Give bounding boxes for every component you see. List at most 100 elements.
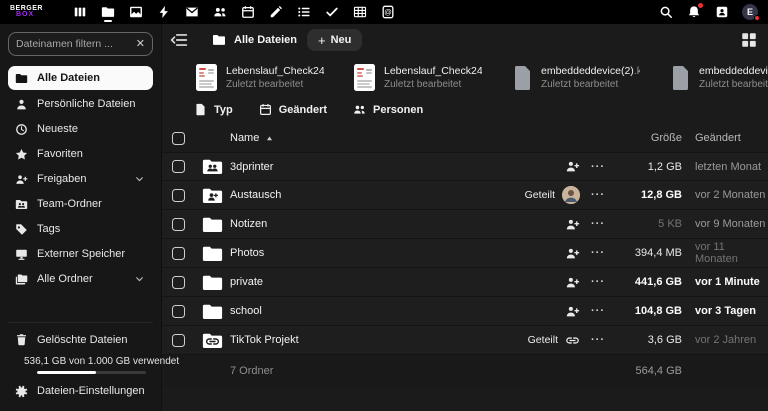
contacts-app-icon[interactable] [212,3,227,21]
file-name[interactable]: private [230,276,440,288]
file-name[interactable]: school [230,305,440,317]
actions-menu-icon[interactable]: ··· [580,247,616,259]
row-checkbox[interactable] [171,217,185,231]
row-checkbox[interactable] [171,160,185,173]
table-row[interactable]: school ··· 104,8 GB vor 3 Tagen [162,297,768,326]
user-avatar[interactable]: E [742,4,760,21]
table-row[interactable]: 3dprinter ··· 1,2 GB letzten Monat [162,152,768,181]
person-plus-badge-icon [207,192,218,201]
shared-label: Geteilt [527,334,558,346]
file-size: 12,8 GB [641,189,682,201]
sidebar-item-label: Gelöschte Dateien [37,333,128,346]
sidebar-item-label: Persönliche Dateien [37,98,136,110]
table-row[interactable]: Austausch Geteilt ··· 12,8 GB vor 2 Mona… [162,181,768,210]
checks-app-icon[interactable] [324,3,339,21]
sidebar-item-geloeschte-dateien[interactable]: Gelöschte Dateien [8,329,153,351]
sidebar-item-tags[interactable]: Tags [8,218,153,240]
actions-menu-icon[interactable]: ··· [580,305,616,317]
storage-quota[interactable]: 536,1 GB von 1.000 GB verwendet [8,354,179,381]
actions-menu-icon[interactable]: ··· [580,334,616,346]
breadcrumb[interactable]: Alle Dateien [212,34,297,46]
select-all-checkbox[interactable] [171,131,185,145]
photos-app-icon[interactable] [128,3,143,21]
file-name[interactable]: Austausch [230,189,440,201]
share-person-plus-icon[interactable] [565,218,580,231]
calendar-app-icon[interactable] [240,3,255,21]
sidebar-item-dateien-einstellungen[interactable]: Dateien-Einstellungen [8,380,153,402]
app-logo[interactable]: BERGER BOX [10,5,52,18]
filter-chip-label: Typ [214,103,233,116]
file-name[interactable]: TikTok Projekt [230,334,440,346]
recent-file-card[interactable]: Lebenslauf_Check24.pdfZuletzt bearbeitet [196,64,324,91]
clear-filter-icon[interactable]: ✕ [136,38,145,50]
actions-menu-icon[interactable]: ··· [580,276,616,288]
share-person-plus-icon[interactable] [565,276,580,289]
sidebar-item-team-ordner[interactable]: Team-Ordner [8,193,153,215]
row-checkbox[interactable] [171,333,185,347]
star-icon [15,148,28,160]
tasks-app-icon[interactable] [296,3,311,21]
column-header-size[interactable]: Größe [616,132,682,144]
table-row[interactable]: Notizen ··· 5 KB vor 9 Monaten [162,210,768,239]
sharee-avatar[interactable] [562,186,580,204]
files-app-icon[interactable] [100,3,115,22]
filter-chip-personen[interactable]: Personen [353,103,423,116]
table-row[interactable]: Photos ··· 394,4 MB vor 11 Monaten [162,239,768,268]
share-link-icon[interactable] [565,334,580,347]
notifications-bell-icon[interactable] [686,3,703,20]
tables-app-icon[interactable] [352,3,367,21]
sidebar-item-neueste[interactable]: Neueste [8,118,153,140]
recent-file-card[interactable]: embeddeddevice(1).kvZuletzt bearbeitet [670,64,768,91]
sidebar-item-favoriten[interactable]: Favoriten [8,143,153,165]
mail-app-icon[interactable] [184,3,199,21]
file-size: 394,4 MB [634,247,682,259]
sidebar-item-alle-dateien[interactable]: Alle Dateien [8,66,153,90]
recent-file-card[interactable]: embeddeddevice(2).kv Zuletzt bearbeitet [512,64,640,91]
chevron-down-icon[interactable] [133,274,146,284]
actions-menu-icon[interactable]: ··· [580,189,616,201]
filter-chip-typ[interactable]: Typ [194,103,233,116]
trash-icon [17,334,26,346]
team-folder-icon [15,199,28,209]
column-header-modified[interactable]: Geändert [682,132,768,144]
app-window: BERGER BOX @ E ✕ [0,0,768,411]
sidebar-item-freigaben[interactable]: Freigaben [8,168,153,190]
sidebar-item-persoenliche-dateien[interactable]: Persönliche Dateien [8,93,153,115]
row-checkbox[interactable] [171,275,185,289]
actions-menu-icon[interactable]: ··· [580,161,616,173]
sidebar-item-externer-speicher[interactable]: Externer Speicher [8,243,153,265]
grid-view-toggle-icon[interactable] [740,31,758,49]
search-icon[interactable] [658,4,674,20]
notes-app-icon[interactable] [268,3,283,21]
recent-file-card[interactable]: Lebenslauf_Check24.docxZuletzt bearbeite… [354,64,482,91]
row-checkbox[interactable] [171,188,185,202]
chevron-down-icon[interactable] [133,174,146,184]
table-row[interactable]: TikTok Projekt Geteilt ··· 3,6 GB vor 2 … [162,326,768,355]
main-layout: ✕ Alle Dateien Persönliche Dateien Neues… [0,24,768,411]
filename-filter-input[interactable] [16,38,136,50]
sidebar-item-alle-ordner[interactable]: Alle Ordner [8,268,153,290]
activity-app-icon[interactable] [156,3,171,21]
new-button[interactable]: + Neu [306,29,363,51]
file-name[interactable]: Photos [230,247,440,259]
people-icon [354,105,365,114]
table-row[interactable]: private ··· 441,6 GB vor 1 Minute [162,268,768,297]
filter-chip-geaendert[interactable]: Geändert [259,103,327,116]
share-person-plus-icon[interactable] [565,247,580,260]
share-person-plus-icon[interactable] [565,160,580,173]
row-checkbox[interactable] [171,246,185,260]
contacts-menu-icon[interactable] [714,4,730,20]
row-checkbox[interactable] [171,304,185,318]
files-sidebar: ✕ Alle Dateien Persönliche Dateien Neues… [0,24,179,411]
forms-app-icon[interactable]: @ [380,3,395,21]
file-name[interactable]: Notizen [230,218,440,230]
actions-menu-icon[interactable]: ··· [580,218,616,230]
column-header-name[interactable]: Name [230,132,440,144]
table-header: Name Größe Geändert [162,124,768,152]
file-name[interactable]: 3dprinter [230,161,440,173]
filter-chip-label: Personen [373,103,424,116]
sidebar-toggle-icon[interactable] [170,31,188,49]
sidebar-item-label: Alle Ordner [37,273,93,285]
dashboard-app-icon[interactable] [72,3,87,21]
share-person-plus-icon[interactable] [565,305,580,318]
